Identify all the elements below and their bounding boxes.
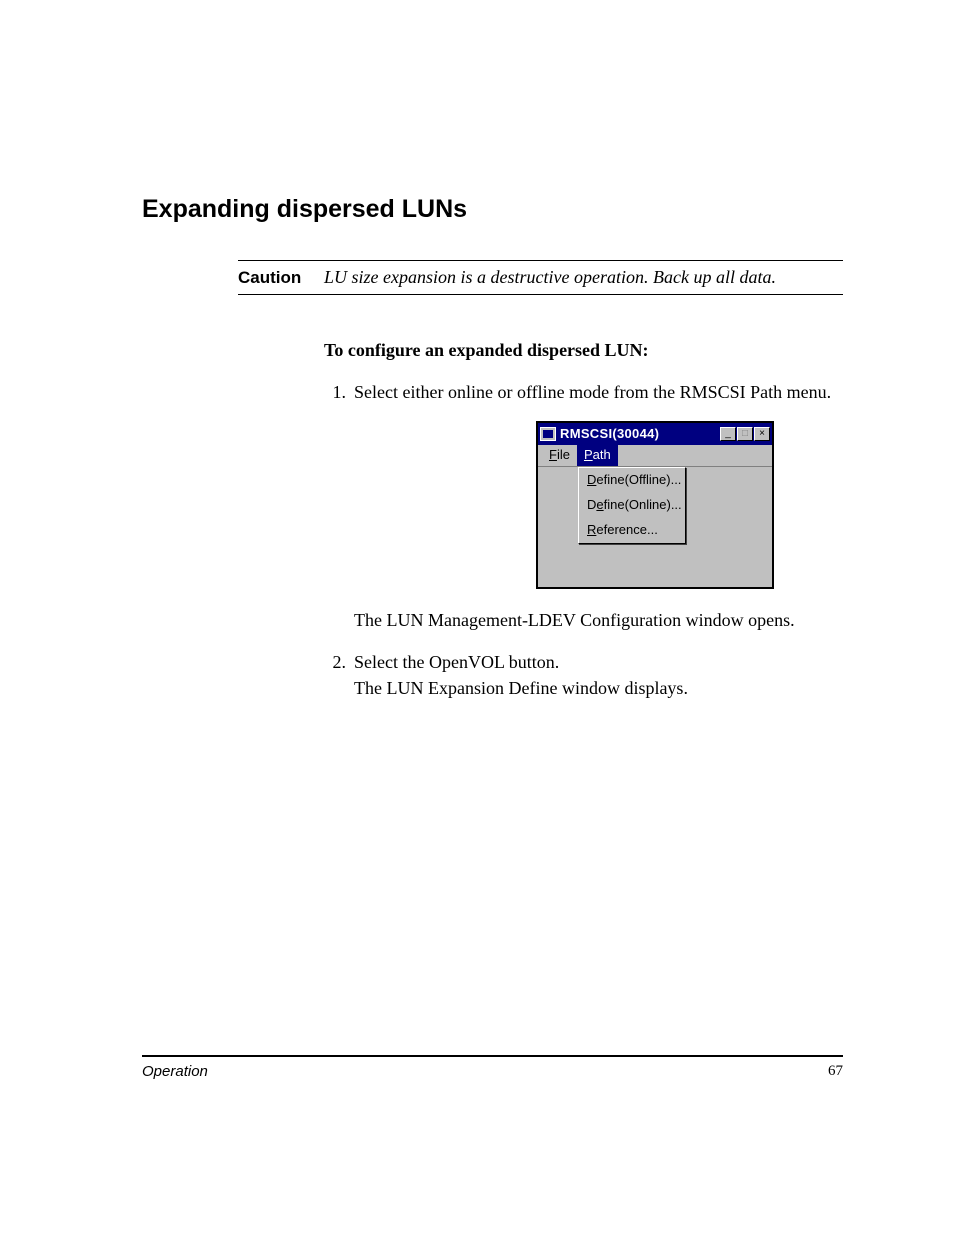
minimize-icon: _ xyxy=(725,429,731,439)
window-menubar: File Path xyxy=(538,445,772,467)
menu-item-define-offline[interactable]: Define(Offline)... xyxy=(579,468,685,493)
step-list: 1. Select either online or offline mode … xyxy=(324,379,843,701)
step-1-result: The LUN Management-LDEV Configuration wi… xyxy=(354,607,843,633)
menu-item-define-online[interactable]: Define(Online)... xyxy=(579,493,685,518)
step-2: 2. Select the OpenVOL button. The LUN Ex… xyxy=(324,649,843,701)
window-titlebar: RMSCSI(30044) _ □ × xyxy=(538,423,772,445)
minimize-button[interactable]: _ xyxy=(720,427,736,441)
step-2-line1: Select the OpenVOL button. xyxy=(354,649,843,675)
footer-page-number: 67 xyxy=(828,1063,843,1080)
caution-label: Caution xyxy=(238,268,324,288)
maximize-button[interactable]: □ xyxy=(737,427,753,441)
caution-block: Caution LU size expansion is a destructi… xyxy=(238,260,843,295)
window-control-buttons: _ □ × xyxy=(720,427,770,441)
footer-rule xyxy=(142,1055,843,1057)
maximize-icon: □ xyxy=(742,429,748,439)
step-2-line2: The LUN Expansion Define window displays… xyxy=(354,675,843,701)
step-text: Select the OpenVOL button. The LUN Expan… xyxy=(354,649,843,701)
path-dropdown-menu: Define(Offline)... Define(Online)... Ref… xyxy=(578,467,686,544)
caution-text: LU size expansion is a destructive opera… xyxy=(324,267,776,288)
page-footer: Operation 67 xyxy=(142,1055,843,1080)
rmscsi-window: RMSCSI(30044) _ □ × File Path Define(Off… xyxy=(536,421,774,589)
step-1: 1. Select either online or offline mode … xyxy=(324,379,843,405)
step-number: 2. xyxy=(324,649,354,701)
menu-item-reference[interactable]: Reference... xyxy=(579,518,685,543)
menu-path[interactable]: Path xyxy=(577,445,618,466)
instruction-heading: To configure an expanded dispersed LUN: xyxy=(324,340,843,361)
close-button[interactable]: × xyxy=(754,427,770,441)
menu-file[interactable]: File xyxy=(542,445,577,466)
step-text: Select either online or offline mode fro… xyxy=(354,379,843,405)
close-icon: × xyxy=(759,429,765,439)
step-number: 1. xyxy=(324,379,354,405)
window-title: RMSCSI(30044) xyxy=(560,425,720,444)
window-client-area: Define(Offline)... Define(Online)... Ref… xyxy=(538,467,772,587)
section-heading: Expanding dispersed LUNs xyxy=(142,195,843,224)
footer-section-name: Operation xyxy=(142,1063,208,1080)
window-app-icon xyxy=(540,427,556,441)
